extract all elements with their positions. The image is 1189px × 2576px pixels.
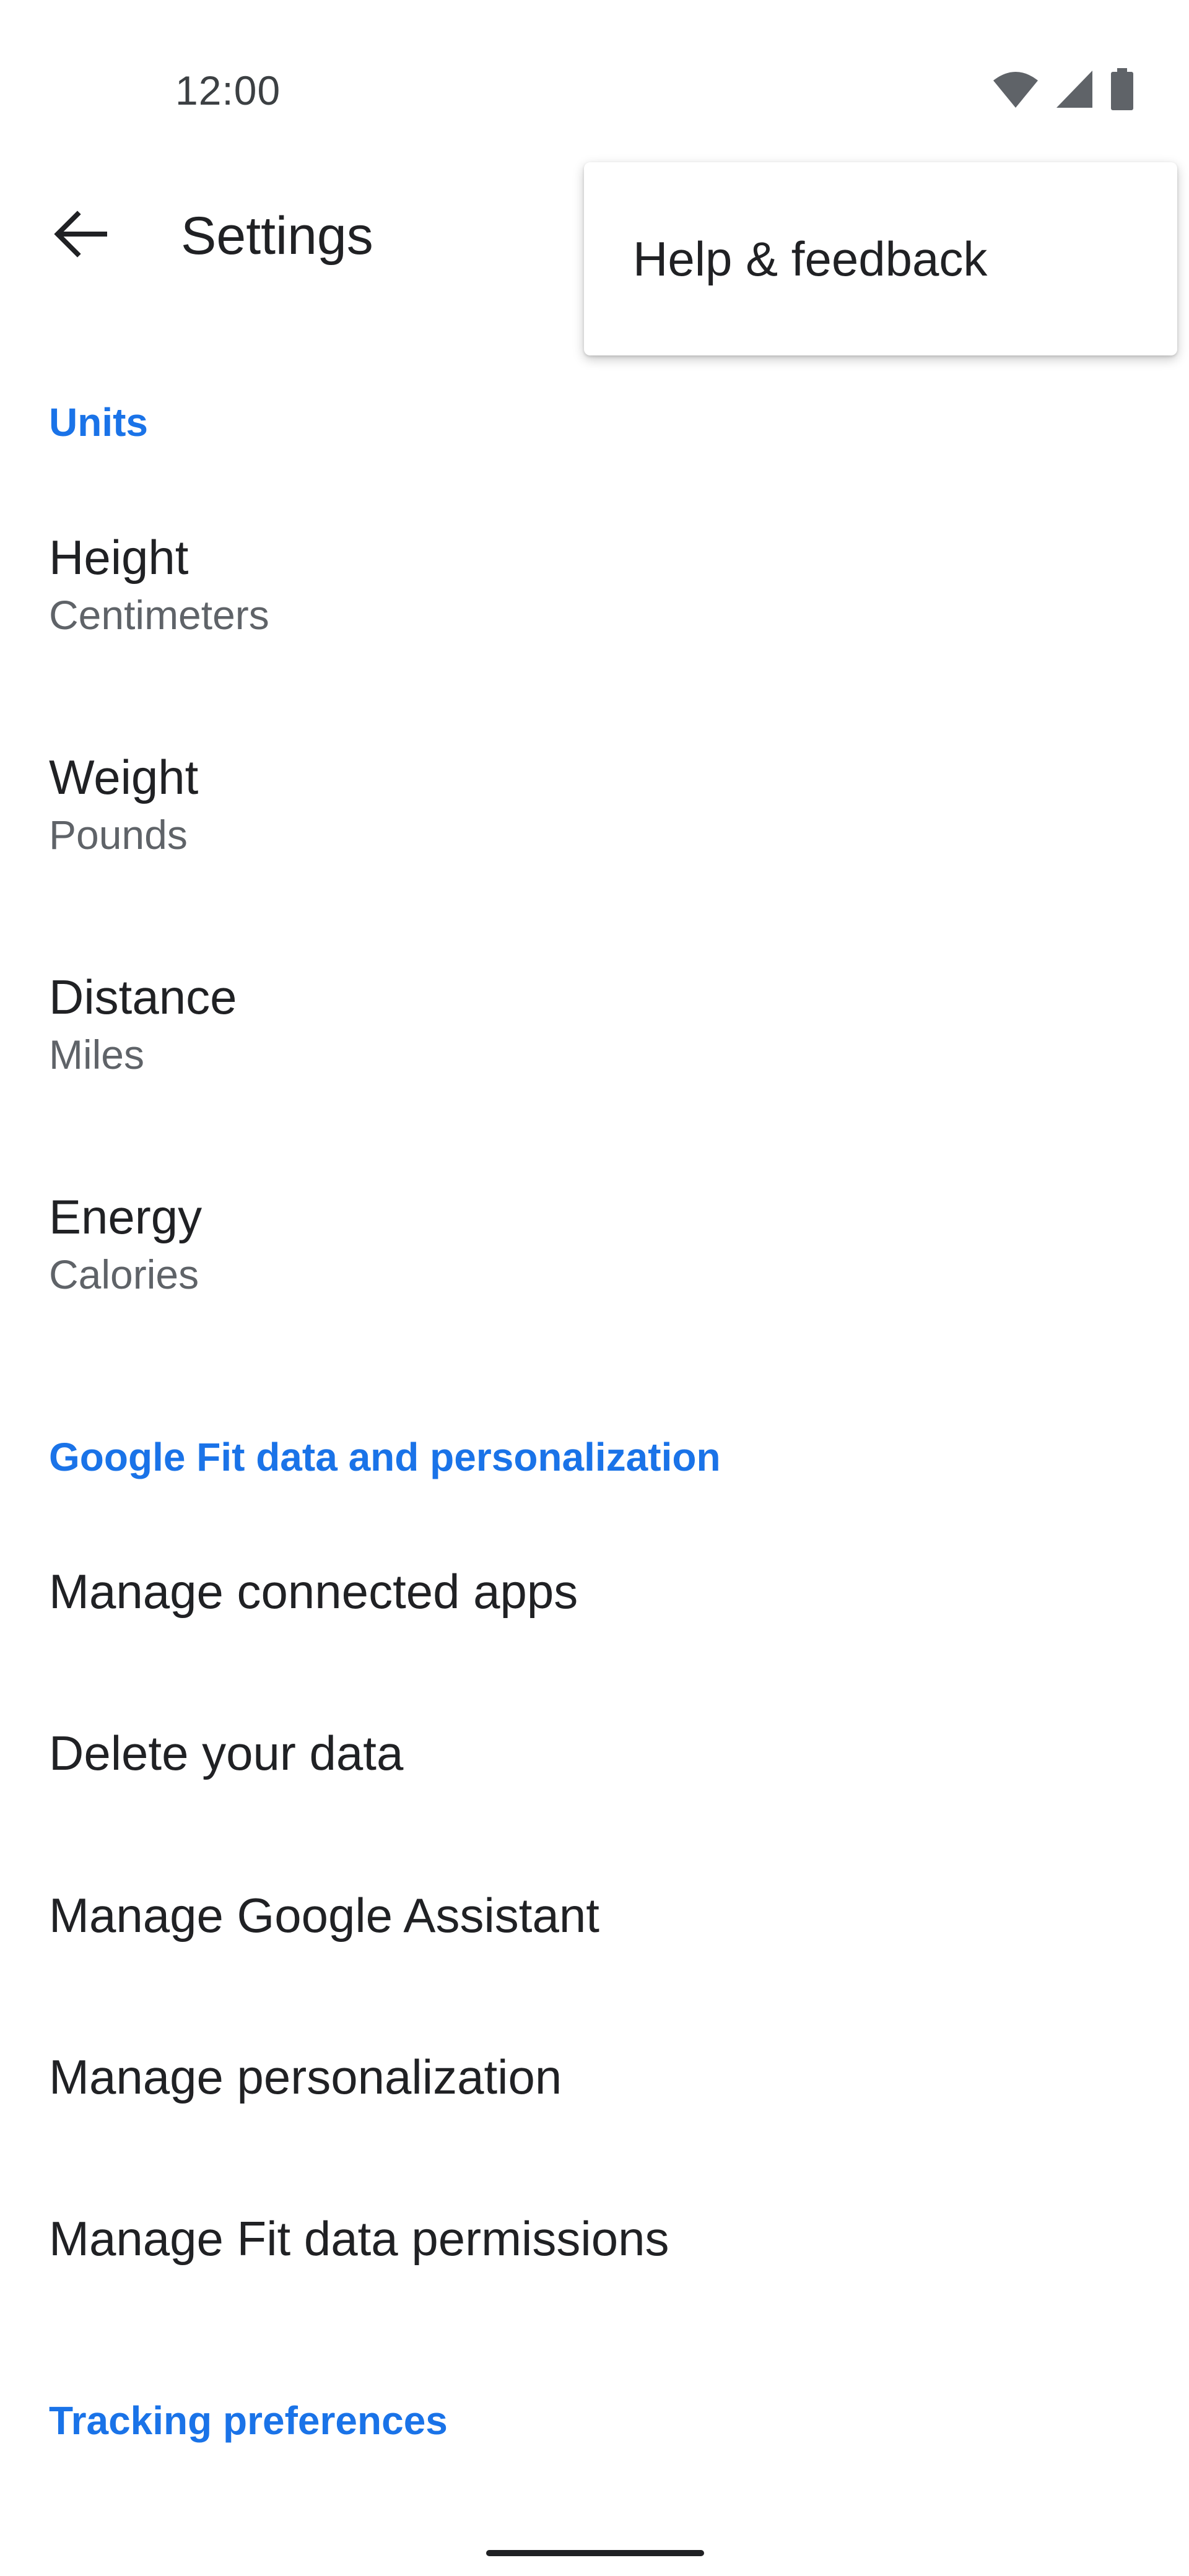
setting-item-weight[interactable]: Weight Pounds bbox=[0, 749, 1189, 970]
page-title: Settings bbox=[181, 206, 373, 266]
setting-title: Height bbox=[49, 530, 189, 585]
status-time: 12:00 bbox=[175, 67, 281, 113]
back-button[interactable] bbox=[37, 192, 124, 279]
setting-item-energy[interactable]: Energy Calories bbox=[0, 1189, 1189, 1409]
setting-title: Energy bbox=[49, 1190, 203, 1244]
setting-item-manage-google-assistant[interactable]: Manage Google Assistant bbox=[0, 1887, 1189, 2048]
arrow-back-icon bbox=[54, 210, 107, 261]
cellular-signal-icon bbox=[1055, 69, 1094, 109]
setting-title: Distance bbox=[49, 970, 237, 1024]
setting-value: Pounds bbox=[49, 812, 188, 858]
menu-item-help-feedback[interactable]: Help & feedback bbox=[584, 162, 1177, 355]
setting-item-distance[interactable]: Distance Miles bbox=[0, 969, 1189, 1190]
setting-value: Miles bbox=[49, 1032, 145, 1077]
wifi-icon bbox=[992, 69, 1039, 109]
setting-item-manage-personalization[interactable]: Manage personalization bbox=[0, 2049, 1189, 2210]
setting-value: Calories bbox=[49, 1251, 199, 1297]
setting-title: Manage connected apps bbox=[49, 1564, 578, 1619]
battery-icon bbox=[1110, 68, 1135, 110]
setting-item-height[interactable]: Height Centimeters bbox=[0, 529, 1189, 750]
setting-title: Weight bbox=[49, 750, 199, 804]
status-icons bbox=[992, 67, 1135, 111]
section-header-units: Units bbox=[49, 400, 148, 445]
setting-title: Manage Fit data permissions bbox=[49, 2211, 669, 2266]
setting-item-delete-your-data[interactable]: Delete your data bbox=[0, 1725, 1189, 1886]
setting-title: Manage Google Assistant bbox=[49, 1888, 599, 1943]
section-header-tracking: Tracking preferences bbox=[49, 2398, 448, 2443]
gesture-nav-handle[interactable] bbox=[486, 2550, 704, 2556]
overflow-menu: Help & feedback bbox=[584, 162, 1177, 355]
setting-title: Manage personalization bbox=[49, 2050, 562, 2104]
status-bar: 12:00 bbox=[0, 0, 1189, 161]
section-header-fit-data: Google Fit data and personalization bbox=[49, 1435, 721, 1479]
setting-item-manage-fit-data-permissions[interactable]: Manage Fit data permissions bbox=[0, 2211, 1189, 2372]
setting-title: Delete your data bbox=[49, 1726, 404, 1780]
setting-value: Centimeters bbox=[49, 592, 269, 638]
setting-item-manage-connected-apps[interactable]: Manage connected apps bbox=[0, 1564, 1189, 1725]
